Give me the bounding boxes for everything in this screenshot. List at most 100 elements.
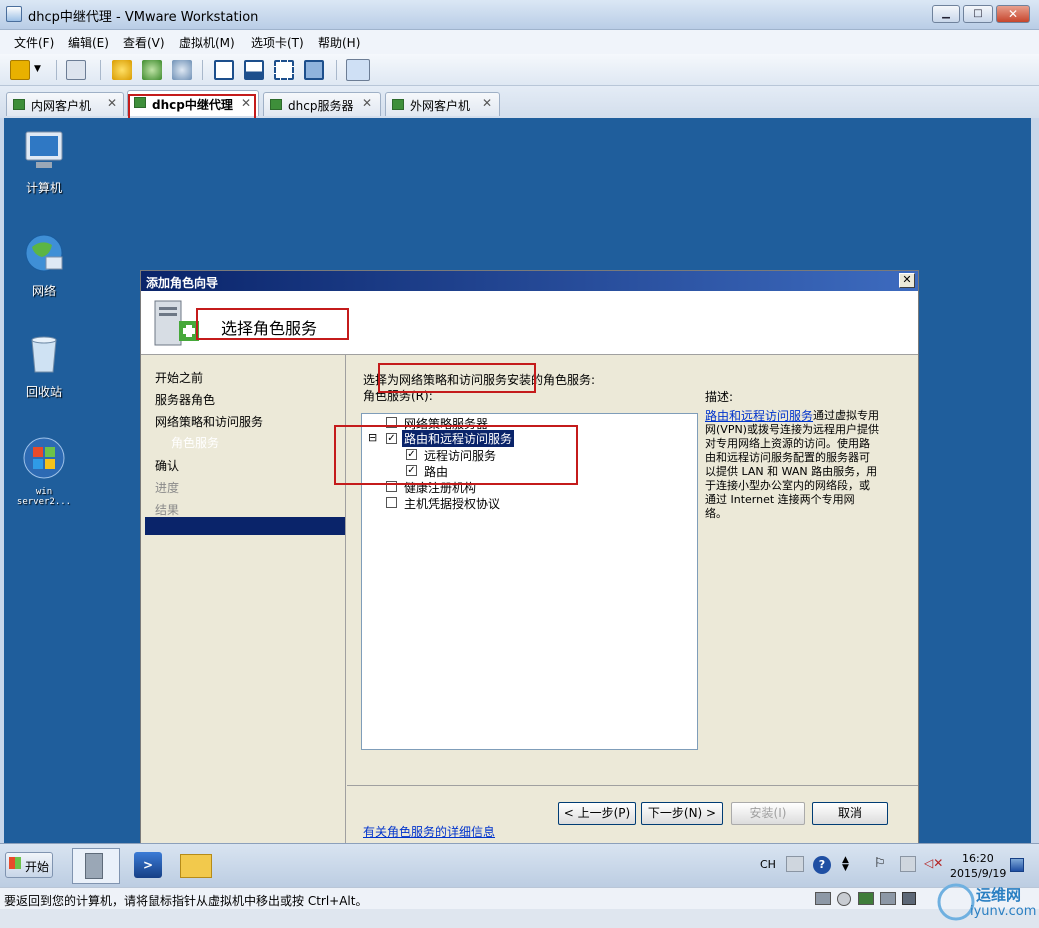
checkbox-routing[interactable]: ✓	[406, 465, 417, 476]
clock-time[interactable]: 16:20	[962, 852, 994, 865]
sound-card-icon[interactable]	[902, 892, 916, 905]
snapshot-manager-icon[interactable]	[172, 60, 192, 80]
help-icon[interactable]: ?	[813, 856, 831, 874]
description-text: 络。	[705, 507, 727, 520]
toolbar-separator	[336, 60, 337, 80]
clock-date[interactable]: 2015/9/19	[950, 867, 1006, 880]
wizard-close-button[interactable]: ✕	[899, 273, 915, 288]
windows-flag-icon	[9, 857, 21, 869]
folder-icon[interactable]	[180, 854, 212, 878]
desktop-icon-recycle-bin[interactable]: 回收站	[9, 332, 79, 400]
menu-view[interactable]: 查看(V)	[123, 34, 165, 51]
fit-guest-icon[interactable]	[346, 59, 370, 81]
next-button[interactable]: 下一步(N) >	[641, 802, 723, 825]
window-title: dhcp中继代理 - VMware Workstation	[28, 10, 259, 25]
tab-dhcp-server[interactable]: dhcp服务器 ✕	[263, 92, 381, 116]
console-view-icon[interactable]	[244, 60, 264, 80]
tree-item-label: 路由和远程访问服务	[402, 430, 515, 447]
server-icon	[85, 853, 103, 879]
tree-item-label: 远程访问服务	[424, 449, 497, 463]
chevron-down-icon[interactable]: ▼	[34, 64, 41, 74]
nav-role-services[interactable]: 角色服务	[171, 434, 219, 451]
action-center-flag-icon[interactable]: ⚐	[874, 856, 886, 871]
more-info-link[interactable]: 有关角色服务的详细信息	[363, 823, 495, 840]
maximize-button[interactable]: □	[963, 5, 993, 23]
vm-tab-bar: 内网客户机 ✕ dhcp中继代理 ✕ dhcp服务器 ✕ 外网客户机 ✕	[0, 86, 1039, 118]
cdrom-icon[interactable]	[837, 892, 851, 906]
toolbar-separator	[100, 60, 101, 80]
close-tab-icon[interactable]: ✕	[362, 96, 372, 110]
cancel-button[interactable]: 取消	[812, 802, 888, 825]
menu-vm[interactable]: 虚拟机(M)	[179, 34, 235, 51]
computer-icon	[25, 131, 63, 168]
description-label: 描述:	[705, 390, 734, 404]
tab-label: dhcp服务器	[288, 99, 354, 113]
back-button[interactable]: < 上一步(P)	[558, 802, 636, 825]
minimize-button[interactable]: ▁	[932, 5, 960, 23]
network-globe-icon	[25, 234, 63, 272]
tree-item-label: 主机凭据授权协议	[404, 497, 501, 511]
checkbox-host-credential[interactable]	[386, 497, 397, 508]
wizard-header: 选择角色服务	[141, 291, 918, 355]
desktop-icon-win-server[interactable]: win server2...	[9, 436, 79, 507]
menu-tabs[interactable]: 选项卡(T)	[251, 34, 304, 51]
menu-edit[interactable]: 编辑(E)	[68, 34, 109, 51]
close-tab-icon[interactable]: ✕	[482, 96, 492, 110]
send-ctrl-alt-del-icon[interactable]	[66, 60, 86, 80]
network-adapter-icon[interactable]	[858, 892, 874, 905]
nav-server-roles[interactable]: 服务器角色	[155, 391, 215, 408]
guest-taskbar: 开始 > CH ? ▲ ▼ ⚐ ◁✕ 16:20 2015/9/19	[0, 843, 1039, 887]
checkbox-remote-access-service[interactable]: ✓	[406, 449, 417, 460]
show-desktop-icon[interactable]	[1010, 858, 1024, 872]
desktop-icon-label: 计算机	[25, 181, 62, 195]
tab-dhcp-relay[interactable]: dhcp中继代理 ✕	[127, 90, 259, 116]
window-bottom-edge	[0, 909, 1039, 928]
close-tab-icon[interactable]: ✕	[107, 96, 117, 110]
desktop-icon-computer[interactable]: 计算机	[9, 130, 79, 196]
language-indicator[interactable]: CH	[760, 858, 776, 871]
role-services-label: 角色服务(R):	[363, 389, 433, 403]
desktop-icon-label: 回收站	[25, 385, 62, 399]
tab-label: 外网客户机	[410, 99, 471, 113]
wizard-navigation: 开始之前 服务器角色 网络策略和访问服务 角色服务 确认 进度 结果	[141, 355, 346, 844]
start-button[interactable]: 开始	[5, 852, 53, 878]
nav-confirmation[interactable]: 确认	[155, 457, 179, 474]
network-status-icon[interactable]	[900, 856, 916, 872]
install-button: 安装(I)	[731, 802, 805, 825]
settings-icon[interactable]: ▲ ▼	[842, 856, 849, 873]
hdd-icon[interactable]	[815, 892, 831, 905]
nav-network-policy[interactable]: 网络策略和访问服务	[155, 413, 263, 430]
checkbox-health-registration[interactable]	[386, 481, 397, 492]
full-screen-icon[interactable]	[274, 60, 294, 80]
menu-help[interactable]: 帮助(H)	[318, 34, 360, 51]
nav-before-you-begin[interactable]: 开始之前	[155, 369, 203, 386]
nav-progress: 进度	[155, 481, 180, 495]
wizard-page-title: 选择角色服务	[221, 319, 318, 338]
desktop-icon-network[interactable]: 网络	[9, 231, 79, 299]
server-manager-taskbar-button[interactable]	[72, 848, 120, 884]
checkbox-routing-remote-access[interactable]: ✓	[386, 433, 397, 444]
checkbox-network-policy-server[interactable]	[386, 417, 397, 428]
recycle-bin-icon	[31, 336, 57, 373]
volume-muted-icon[interactable]: ◁✕	[924, 856, 943, 870]
unity-icon[interactable]	[304, 60, 324, 80]
printer-icon[interactable]	[880, 892, 896, 905]
role-services-tree: 网络策略服务器 ⊟ ✓ 路由和远程访问服务 ✓ 远程访问服务 ✓ 路由 健康注册…	[361, 413, 698, 750]
pause-icon[interactable]	[10, 60, 30, 80]
revert-snapshot-icon[interactable]	[142, 60, 162, 80]
menu-file[interactable]: 文件(F)	[14, 34, 54, 51]
wizard-title: 添加角色向导	[146, 276, 219, 290]
collapse-icon[interactable]: ⊟	[368, 431, 377, 444]
powershell-icon[interactable]: >	[134, 852, 162, 878]
close-button[interactable]: ✕	[996, 5, 1030, 23]
tree-item-label: 路由	[424, 465, 449, 479]
server-roles-icon	[154, 300, 199, 346]
keyboard-icon[interactable]	[786, 856, 804, 872]
tab-external-client[interactable]: 外网客户机 ✕	[385, 92, 500, 116]
vm-icon	[270, 99, 282, 110]
library-view-icon[interactable]	[214, 60, 234, 80]
tab-internal-client[interactable]: 内网客户机 ✕	[6, 92, 124, 116]
snapshot-icon[interactable]	[112, 60, 132, 80]
tab-label: 内网客户机	[31, 99, 92, 113]
close-tab-icon[interactable]: ✕	[241, 96, 251, 110]
